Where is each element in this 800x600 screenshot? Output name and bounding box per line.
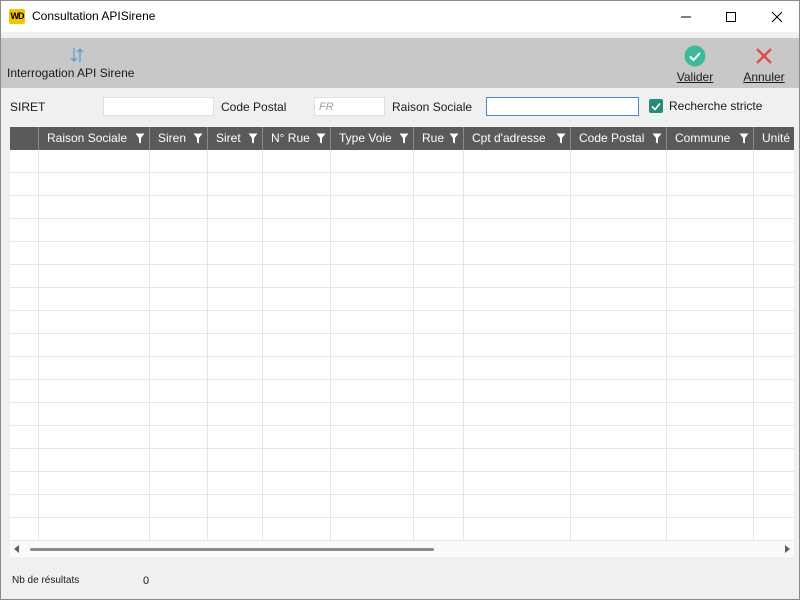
scrollbar-thumb[interactable] <box>30 548 434 551</box>
column-divider <box>570 150 571 541</box>
column-divider <box>413 150 414 541</box>
code-postal-input[interactable] <box>314 97 385 116</box>
column-divider <box>207 150 208 541</box>
table-row[interactable] <box>10 173 794 196</box>
table-row[interactable] <box>10 495 794 518</box>
table-row[interactable] <box>10 265 794 288</box>
table-header: Raison Sociale Siren Siret N° Rue Type V… <box>10 127 794 150</box>
scroll-left-icon[interactable] <box>14 545 20 553</box>
filter-row: SIRET Code Postal Raison Sociale Recherc… <box>1 94 799 120</box>
check-circle-icon <box>684 45 706 67</box>
nb-resultats-label: Nb de résultats <box>12 575 80 586</box>
swap-arrows-icon <box>70 48 84 62</box>
table-row[interactable] <box>10 334 794 357</box>
table-row[interactable] <box>10 311 794 334</box>
column-divider <box>262 150 263 541</box>
siret-input[interactable] <box>103 97 214 116</box>
column-label: Code Postal <box>579 131 645 145</box>
table-row[interactable] <box>10 242 794 265</box>
column-header-code-postal[interactable]: Code Postal <box>571 127 667 150</box>
title-bar[interactable]: WD Consultation APISirene <box>1 1 799 32</box>
checkmark-icon <box>651 102 661 111</box>
column-header-raison-sociale[interactable]: Raison Sociale <box>39 127 150 150</box>
filter-icon[interactable] <box>248 133 258 144</box>
column-divider <box>38 150 39 541</box>
table-row[interactable] <box>10 518 794 541</box>
filter-icon[interactable] <box>556 133 566 144</box>
column-divider <box>149 150 150 541</box>
window: WD Consultation APISirene Interrogation … <box>0 0 800 600</box>
column-label: Siren <box>158 131 187 145</box>
valider-button[interactable]: Valider <box>673 45 717 84</box>
table-row[interactable] <box>10 196 794 219</box>
horizontal-scrollbar[interactable] <box>10 541 794 557</box>
column-divider <box>463 150 464 541</box>
cancel-x-icon <box>756 48 772 64</box>
interrogation-api-button[interactable]: Interrogation API Sirene <box>7 46 134 80</box>
siret-label: SIRET <box>10 100 46 114</box>
table-row[interactable] <box>10 380 794 403</box>
column-divider <box>753 150 754 541</box>
toolbar: Interrogation API Sirene Valider Annuler <box>1 38 799 88</box>
valider-label: Valider <box>676 70 714 84</box>
column-header-commune[interactable]: Commune <box>667 127 754 150</box>
column-label: Unité <box>762 131 791 145</box>
maximize-button[interactable] <box>708 1 754 32</box>
maximize-icon <box>726 12 736 22</box>
results-table[interactable]: Raison Sociale Siren Siret N° Rue Type V… <box>10 127 794 557</box>
column-header-cpt-adresse[interactable]: Cpt d'adresse <box>464 127 571 150</box>
table-row[interactable] <box>10 357 794 380</box>
table-row[interactable] <box>10 403 794 426</box>
column-header-rue[interactable]: Rue <box>414 127 464 150</box>
table-row[interactable] <box>10 426 794 449</box>
table-row[interactable] <box>10 219 794 242</box>
column-label: N° Rue <box>271 131 310 145</box>
filter-icon[interactable] <box>652 133 662 144</box>
column-header-siret[interactable]: Siret <box>208 127 263 150</box>
filter-icon[interactable] <box>399 133 409 144</box>
table-row[interactable] <box>10 150 794 173</box>
column-header-siren[interactable]: Siren <box>150 127 208 150</box>
annuler-label: Annuler <box>743 70 785 84</box>
row-selector-header[interactable] <box>10 127 39 150</box>
nb-resultats-value: 0 <box>143 575 150 587</box>
table-row[interactable] <box>10 288 794 311</box>
interrogation-api-label: Interrogation API Sirene <box>7 66 135 80</box>
raison-sociale-label: Raison Sociale <box>392 100 473 114</box>
minimize-icon <box>681 16 691 18</box>
close-icon <box>771 11 783 23</box>
filter-icon[interactable] <box>135 133 145 144</box>
filter-icon[interactable] <box>316 133 326 144</box>
code-postal-label: Code Postal <box>221 100 287 114</box>
column-divider <box>666 150 667 541</box>
minimize-button[interactable] <box>663 1 709 32</box>
recherche-stricte-checkbox[interactable] <box>649 99 663 113</box>
raison-sociale-input[interactable] <box>486 97 639 116</box>
recherche-stricte-label: Recherche stricte <box>669 99 763 113</box>
filter-icon[interactable] <box>449 133 459 144</box>
table-body <box>10 150 794 541</box>
column-header-n-rue[interactable]: N° Rue <box>263 127 331 150</box>
column-header-unite[interactable]: Unité <box>754 127 794 150</box>
column-header-type-voie[interactable]: Type Voie <box>331 127 414 150</box>
column-label: Siret <box>216 131 241 145</box>
column-label: Commune <box>675 131 731 145</box>
close-button[interactable] <box>754 1 799 32</box>
filter-icon[interactable] <box>193 133 203 144</box>
annuler-button[interactable]: Annuler <box>740 45 788 84</box>
table-row[interactable] <box>10 472 794 495</box>
table-row[interactable] <box>10 449 794 472</box>
column-divider <box>330 150 331 541</box>
column-label: Raison Sociale <box>47 131 128 145</box>
filter-icon[interactable] <box>739 133 749 144</box>
column-label: Rue <box>422 131 445 145</box>
column-label: Cpt d'adresse <box>472 131 546 145</box>
scroll-right-icon[interactable] <box>784 545 790 553</box>
column-label: Type Voie <box>339 131 392 145</box>
app-logo-icon: WD <box>9 9 25 24</box>
window-title: Consultation APISirene <box>32 9 156 23</box>
